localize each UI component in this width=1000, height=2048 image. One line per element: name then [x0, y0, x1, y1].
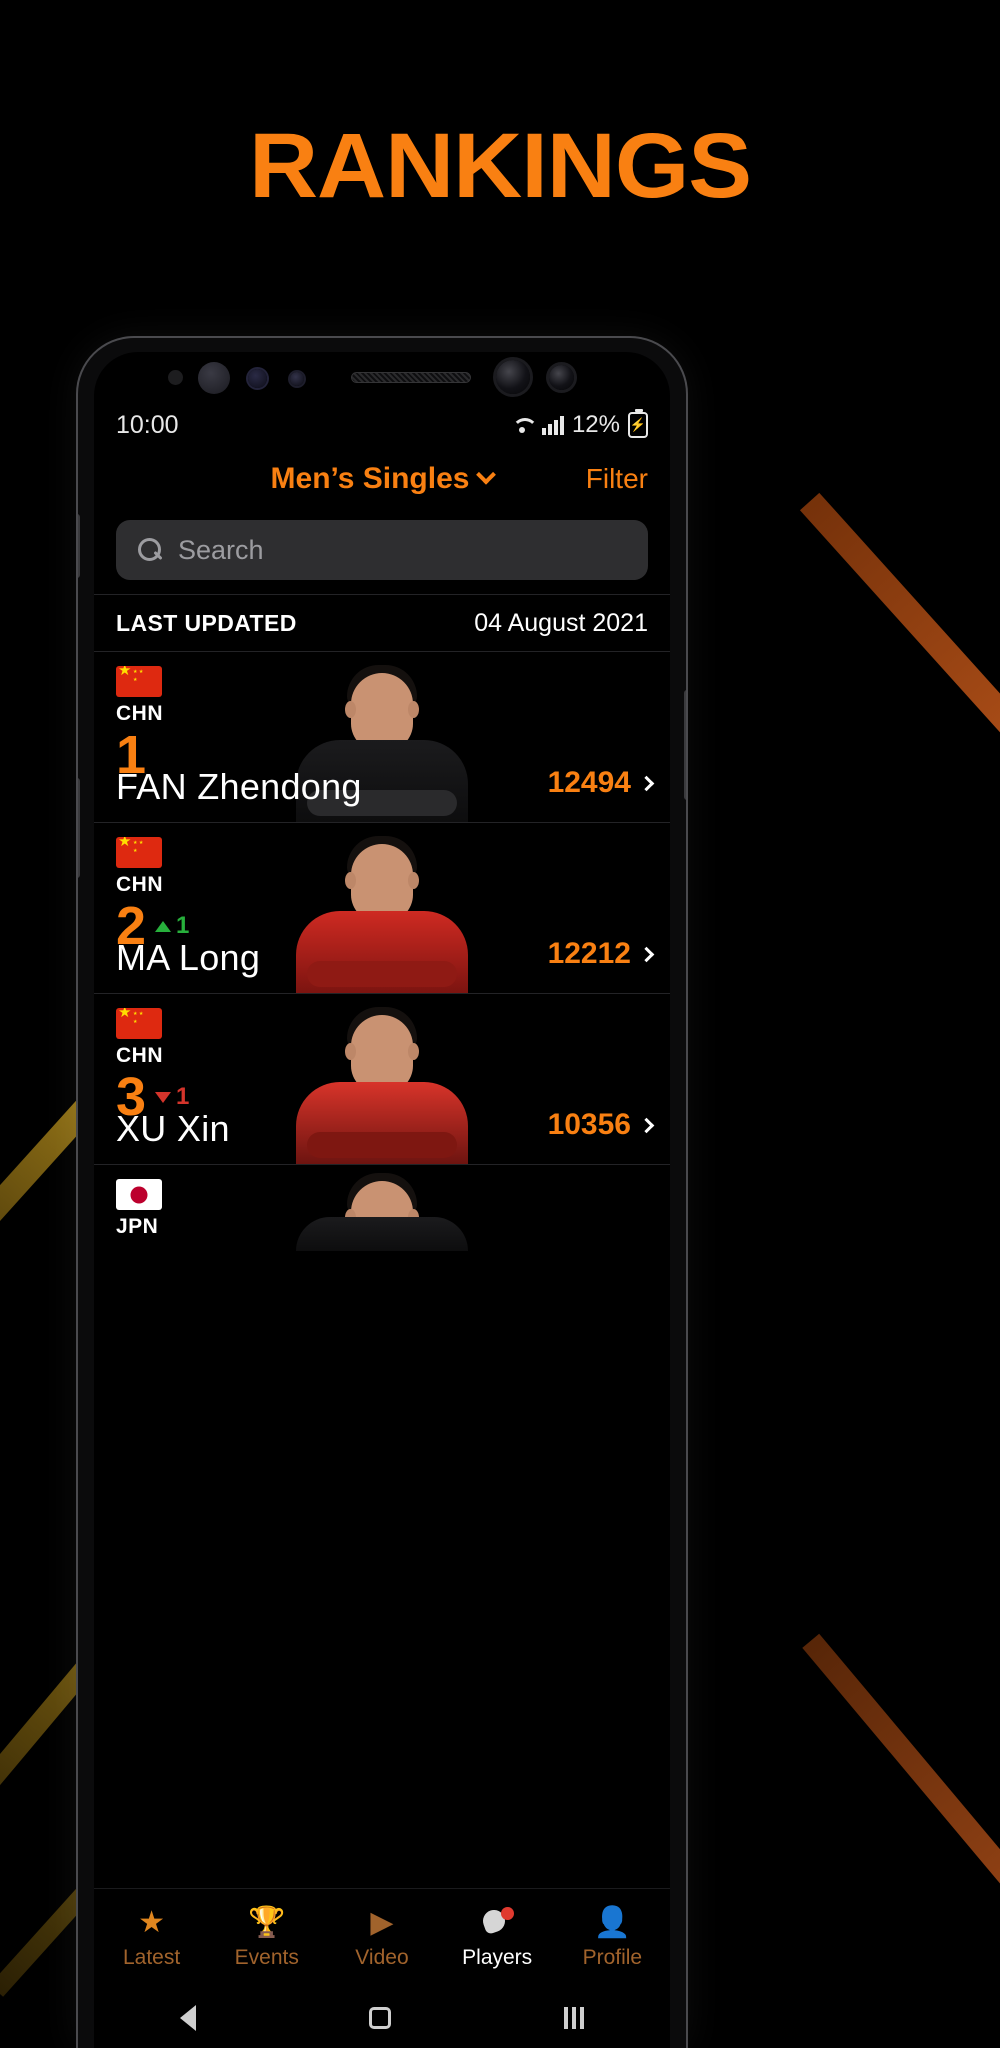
points-value: 12494	[547, 766, 631, 799]
player-name: MA Long	[116, 937, 261, 978]
player-name: FAN Zhendong	[116, 766, 362, 807]
earpiece-speaker-icon	[351, 372, 471, 383]
phone-mockup: 10:00 12% ⚡ Men’s Singles Filter Search	[78, 338, 686, 2048]
phone-screen: 10:00 12% ⚡ Men’s Singles Filter Search	[94, 352, 670, 2048]
nav-item-video[interactable]: ▶ Video	[324, 1907, 439, 1970]
rank-block: CHN 2 1	[116, 837, 189, 953]
person-icon: 👤	[593, 1906, 632, 1939]
front-camera-icon	[496, 360, 530, 394]
arrow-down-icon	[155, 1091, 172, 1103]
nav-item-players[interactable]: Players	[440, 1906, 555, 1970]
wifi-icon	[510, 416, 534, 434]
rank-block: CHN 3 1	[116, 1008, 189, 1124]
points-value: 10356	[547, 1108, 631, 1141]
points-block[interactable]: 12212	[547, 937, 655, 971]
star-icon: ★	[138, 1906, 166, 1939]
phone-bezel	[94, 352, 670, 402]
nav-label: Video	[355, 1946, 409, 1969]
search-input[interactable]: Search	[116, 520, 648, 580]
secondary-camera-icon	[549, 365, 574, 390]
status-time: 10:00	[116, 410, 179, 439]
country-code: CHN	[116, 1044, 163, 1067]
nav-item-latest[interactable]: ★ Latest	[94, 1907, 209, 1970]
player-ear-left	[345, 872, 356, 889]
points-block[interactable]: 10356	[547, 1108, 655, 1142]
chevron-down-icon	[476, 464, 497, 485]
last-updated-row: LAST UPDATED 04 August 2021	[94, 594, 670, 652]
battery-charging-icon: ⚡	[628, 409, 648, 438]
points-block[interactable]: 12494	[547, 766, 655, 800]
nav-label: Events	[234, 1946, 299, 1969]
home-square-icon[interactable]	[368, 2007, 391, 2029]
nav-item-events[interactable]: 🏆 Events	[209, 1907, 324, 1970]
filter-button[interactable]: Filter	[586, 463, 648, 495]
last-updated-label: LAST UPDATED	[116, 609, 297, 636]
table-row[interactable]: JPN	[94, 1165, 670, 1251]
page-title: RANKINGS	[249, 115, 752, 217]
phone-button-right	[684, 690, 686, 800]
player-photo	[292, 999, 472, 1164]
phone-button-left-top	[78, 514, 80, 578]
player-arms	[307, 961, 457, 987]
chevron-right-icon	[638, 1117, 655, 1133]
player-torso	[296, 1217, 468, 1251]
phone-button-left-bottom	[78, 778, 80, 878]
android-navigation-bar	[94, 1988, 670, 2048]
player-ear-right	[408, 872, 419, 889]
proximity-sensor-icon	[168, 370, 183, 385]
ir-sensor-icon	[290, 372, 304, 386]
iris-scanner-icon	[198, 362, 230, 394]
bottom-navigation: ★ Latest 🏆 Events ▶ Video Players 👤 Prof…	[94, 1888, 670, 1988]
player-ear-right	[408, 1043, 419, 1060]
player-ear-left	[345, 701, 356, 718]
category-label: Men’s Singles	[270, 462, 470, 495]
points-value: 12212	[547, 937, 631, 970]
search-placeholder: Search	[178, 534, 264, 565]
search-icon	[138, 538, 162, 562]
player-ear-right	[408, 701, 419, 718]
chevron-right-icon	[638, 946, 655, 962]
status-indicators: 12% ⚡	[510, 409, 648, 439]
flag-icon	[116, 1179, 162, 1210]
nav-label: Latest	[122, 1946, 181, 1969]
player-ear-left	[345, 1043, 356, 1060]
player-photo	[292, 1165, 472, 1251]
nav-item-profile[interactable]: 👤 Profile	[555, 1907, 670, 1970]
recents-bars-icon[interactable]	[563, 2007, 584, 2029]
arrow-up-icon	[155, 920, 172, 932]
table-row[interactable]: CHN 2 1 MA Long 12212	[94, 823, 670, 994]
nav-label: Profile	[582, 1946, 643, 1969]
search-section: Search	[94, 510, 670, 594]
status-bar: 10:00 12% ⚡	[94, 402, 670, 448]
background-streak-orange-top	[799, 492, 1000, 734]
player-photo	[292, 828, 472, 993]
signal-bars-icon	[541, 415, 564, 435]
country-code: CHN	[116, 873, 163, 896]
trophy-icon: 🏆	[248, 1906, 286, 1939]
country-code: CHN	[116, 702, 163, 725]
rank-block: JPN	[116, 1179, 162, 1239]
battery-percent: 12%	[571, 411, 620, 438]
player-name: XU Xin	[116, 1108, 230, 1149]
chevron-right-icon	[638, 775, 655, 791]
player-arms	[307, 1132, 457, 1158]
table-row[interactable]: CHN 1 FAN Zhendong 12494	[94, 652, 670, 823]
nav-label: Players	[462, 1946, 533, 1969]
rank-block: CHN 1	[116, 666, 163, 782]
background-streak-orange-bottom	[802, 1633, 1000, 1909]
flag-icon	[116, 666, 162, 697]
light-sensor-icon	[248, 369, 267, 388]
last-updated-date: 04 August 2021	[474, 608, 648, 637]
flag-icon	[116, 837, 162, 868]
category-selector[interactable]: Men’s Singles	[270, 462, 497, 496]
country-code: JPN	[116, 1215, 159, 1238]
paddle-ball-icon	[480, 1906, 515, 1939]
table-row[interactable]: CHN 3 1 XU Xin 10356	[94, 994, 670, 1165]
back-triangle-icon[interactable]	[180, 2005, 197, 2031]
flag-icon	[116, 1008, 162, 1039]
app-header: Men’s Singles Filter	[94, 448, 670, 510]
play-icon: ▶	[370, 1906, 394, 1939]
